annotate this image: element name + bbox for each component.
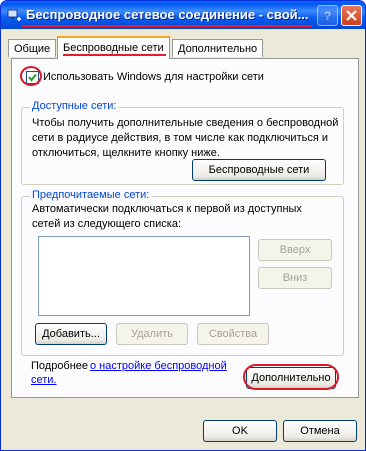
- close-button[interactable]: [341, 5, 362, 26]
- available-networks-description: Чтобы получить дополнительные сведения о…: [32, 116, 338, 161]
- dialog-window: Беспроводное сетевое соединение - свой..…: [0, 0, 366, 451]
- available-networks-title: Доступные сети:: [30, 100, 119, 112]
- use-windows-label[interactable]: Использовать Windows для настройки сети: [43, 71, 264, 83]
- description-line: Чтобы получить дополнительные сведения о…: [32, 117, 339, 129]
- add-button[interactable]: Добавить...: [35, 323, 107, 345]
- network-connection-icon: [7, 9, 21, 21]
- ok-button[interactable]: OK: [203, 420, 277, 442]
- preferred-networks-title: Предпочитаемые сети:: [30, 189, 152, 201]
- cancel-button[interactable]: Отмена: [283, 420, 357, 442]
- help-button[interactable]: ?: [317, 5, 338, 26]
- advanced-button-highlight-ring: [243, 364, 339, 390]
- description-line: Автоматически подключаться к первой из д…: [32, 203, 302, 215]
- title-highlight-underline: [22, 25, 312, 27]
- tab-highlight-underline: [63, 54, 166, 56]
- move-up-button[interactable]: Вверх: [258, 239, 332, 261]
- close-icon: [346, 10, 357, 21]
- preferred-networks-list[interactable]: [38, 236, 250, 316]
- checkbox-highlight-ring: [20, 66, 42, 86]
- tab-general[interactable]: Общие: [8, 39, 57, 57]
- tab-advanced[interactable]: Дополнительно: [172, 39, 264, 57]
- wireless-setup-link-continued[interactable]: сети.: [31, 374, 57, 386]
- remove-button[interactable]: Удалить: [116, 323, 188, 345]
- wireless-networks-button[interactable]: Беспроводные сети: [192, 159, 326, 181]
- help-icon: ?: [324, 9, 331, 23]
- window-title: Беспроводное сетевое соединение - свой..…: [26, 7, 309, 22]
- svg-text:?: ?: [324, 9, 331, 23]
- description-line: сети в радиусе действия, в том числе как…: [32, 132, 328, 144]
- properties-button[interactable]: Свойства: [197, 323, 269, 345]
- wireless-setup-link[interactable]: о настройке беспроводной: [90, 360, 227, 372]
- learn-more-prefix: Подробнее: [31, 360, 89, 372]
- preferred-networks-description: Автоматически подключаться к первой из д…: [32, 202, 302, 232]
- move-down-button[interactable]: Вниз: [258, 267, 332, 289]
- description-line: сетей из следующего списка:: [32, 218, 182, 230]
